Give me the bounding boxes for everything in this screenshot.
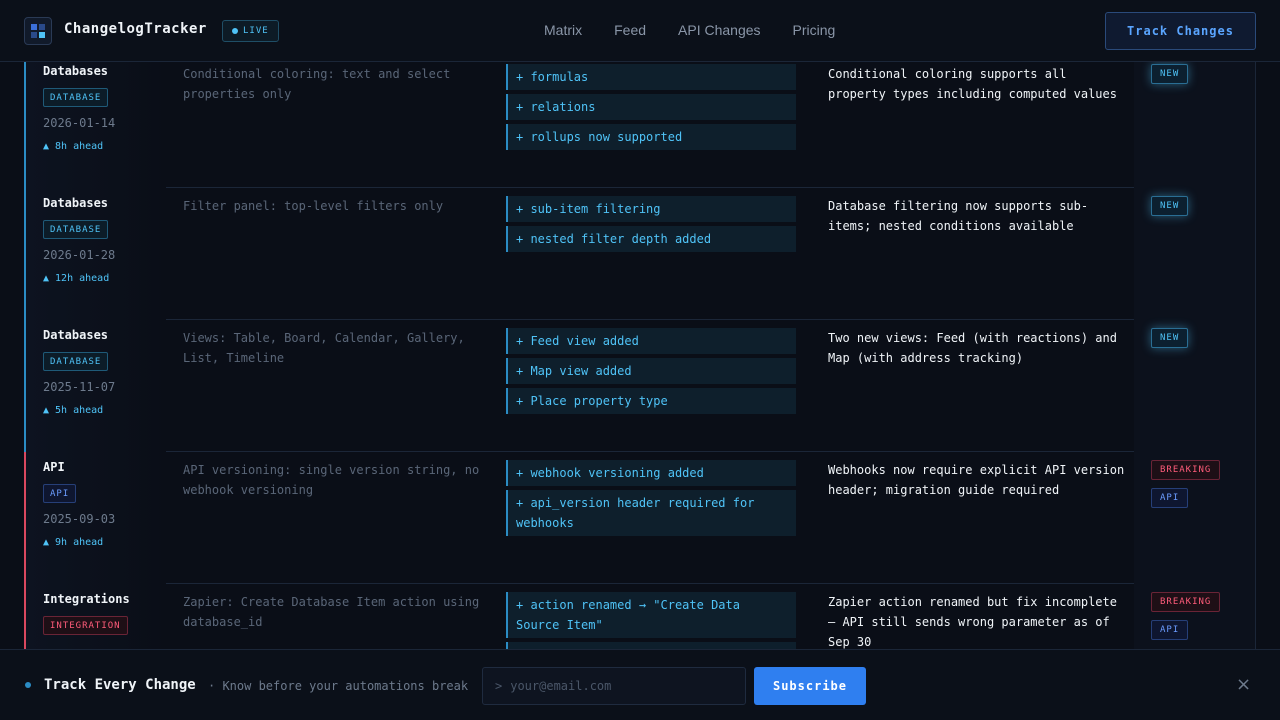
- after-description: Webhooks now require explicit API versio…: [828, 463, 1125, 497]
- status-badge-api: API: [1151, 488, 1189, 508]
- live-label: LIVE: [243, 26, 269, 36]
- table-row[interactable]: API API 2025-09-03 ▲ 9h ahead API versioning…: [24, 452, 1255, 584]
- nav-item-pricing[interactable]: Pricing: [793, 22, 836, 38]
- subscribe-button[interactable]: Subscribe: [754, 667, 866, 705]
- change-item: + Place property type: [506, 388, 796, 414]
- nav-item-api-changes[interactable]: API Changes: [678, 22, 761, 38]
- change-date: 2025-11-07: [43, 380, 116, 394]
- main-nav: Matrix Feed API Changes Pricing: [544, 22, 835, 38]
- before-description: API versioning: single version string, n…: [183, 463, 480, 497]
- category-tag[interactable]: INTEGRATION: [43, 616, 128, 635]
- email-field[interactable]: >: [482, 667, 746, 705]
- changelog-table: Databases DATABASE 2026-01-14 ▲ 8h ahead Con…: [24, 62, 1256, 650]
- ahead-indicator: ▲ 9h ahead: [43, 537, 104, 548]
- change-list: + action renamed → "Create Data Source I…: [506, 592, 796, 650]
- status-dot-icon: [25, 682, 31, 688]
- before-description: Conditional coloring: text and select pr…: [183, 67, 451, 101]
- top-nav-bar: ChangelogTracker LIVE Matrix Feed API Ch…: [0, 0, 1280, 62]
- change-item: + Map view added: [506, 358, 796, 384]
- change-item: + webhook versioning added: [506, 460, 796, 486]
- subscribe-subtitle: · Know before your automations break: [208, 679, 469, 693]
- ahead-indicator: ▲ 12h ahead: [43, 273, 110, 284]
- feature-name: Databases: [43, 196, 109, 210]
- feature-name: Databases: [43, 64, 109, 78]
- nav-item-matrix[interactable]: Matrix: [544, 22, 582, 38]
- status-badges: NEW: [1151, 196, 1189, 216]
- change-item: + nested filter depth added: [506, 226, 796, 252]
- change-item: + relations: [506, 94, 796, 120]
- table-row[interactable]: Databases DATABASE 2026-01-14 ▲ 8h ahead Con…: [24, 62, 1255, 188]
- status-badges: BREAKING API: [1151, 460, 1221, 508]
- change-list: + sub-item filtering + nested filter dept…: [506, 196, 796, 256]
- change-item: + rollups now supported: [506, 124, 796, 150]
- ahead-indicator: ▲ 5h ahead: [43, 405, 104, 416]
- subscribe-bar: Track Every Change · Know before your au…: [0, 649, 1280, 720]
- prompt-icon: >: [495, 679, 503, 693]
- after-description: Database filtering now supports sub-item…: [828, 199, 1089, 233]
- status-badges: BREAKING API: [1151, 592, 1221, 640]
- status-badge-new: NEW: [1151, 196, 1189, 216]
- before-description: Zapier: Create Database Item action usin…: [183, 595, 480, 629]
- status-badges: NEW: [1151, 328, 1189, 348]
- feature-name: Integrations: [43, 592, 130, 606]
- table-row[interactable]: Databases DATABASE 2026-01-28 ▲ 12h ahead Fi…: [24, 188, 1255, 320]
- after-description: Two new views: Feed (with reactions) and…: [828, 331, 1117, 365]
- track-changes-button[interactable]: Track Changes: [1105, 12, 1256, 50]
- change-item: + sub-item filtering: [506, 196, 796, 222]
- change-list: + Feed view added + Map view added + Place…: [506, 328, 796, 418]
- category-tag[interactable]: DATABASE: [43, 352, 109, 371]
- change-list: + formulas + relations + rollups now suppo…: [506, 64, 796, 154]
- status-badges: NEW: [1151, 64, 1189, 84]
- change-date: 2026-01-14: [43, 116, 116, 130]
- live-badge: LIVE: [222, 20, 279, 42]
- status-badge-breaking: BREAKING: [1151, 460, 1221, 480]
- subscribe-title: Track Every Change: [44, 677, 196, 693]
- live-dot-icon: [232, 28, 238, 34]
- category-tag[interactable]: DATABASE: [43, 220, 109, 239]
- table-row[interactable]: Databases DATABASE 2025-11-07 ▲ 5h ahead Vie…: [24, 320, 1255, 452]
- logo-icon[interactable]: [24, 17, 52, 45]
- status-badge-breaking: BREAKING: [1151, 592, 1221, 612]
- status-badge-api: API: [1151, 620, 1189, 640]
- email-input[interactable]: [510, 679, 731, 693]
- change-date: 2026-01-28: [43, 248, 116, 262]
- nav-item-feed[interactable]: Feed: [614, 22, 646, 38]
- status-badge-new: NEW: [1151, 328, 1189, 348]
- feature-name: API: [43, 460, 65, 474]
- category-tag[interactable]: API: [43, 484, 77, 503]
- close-icon[interactable]: ×: [1236, 674, 1251, 695]
- feature-name: Databases: [43, 328, 109, 342]
- ahead-indicator: ▲ 8h ahead: [43, 141, 104, 152]
- after-description: Conditional coloring supports all proper…: [828, 67, 1117, 101]
- change-date: 2025-09-03: [43, 512, 116, 526]
- table-row[interactable]: Integrations INTEGRATION Zapier: Create Da…: [24, 584, 1255, 650]
- change-list: + webhook versioning added + api_version …: [506, 460, 796, 540]
- change-item: + api_version header required for webhoo…: [506, 490, 796, 536]
- status-badge-new: NEW: [1151, 64, 1189, 84]
- before-description: Filter panel: top-level filters only: [183, 199, 444, 213]
- change-item: + Feed view added: [506, 328, 796, 354]
- change-item: + action renamed → "Create Data Source I…: [506, 592, 796, 638]
- brand-name[interactable]: ChangelogTracker: [64, 21, 207, 37]
- category-tag[interactable]: DATABASE: [43, 88, 109, 107]
- before-description: Views: Table, Board, Calendar, Gallery, …: [183, 331, 465, 365]
- change-item: + formulas: [506, 64, 796, 90]
- after-description: Zapier action renamed but fix incomplete…: [828, 595, 1117, 649]
